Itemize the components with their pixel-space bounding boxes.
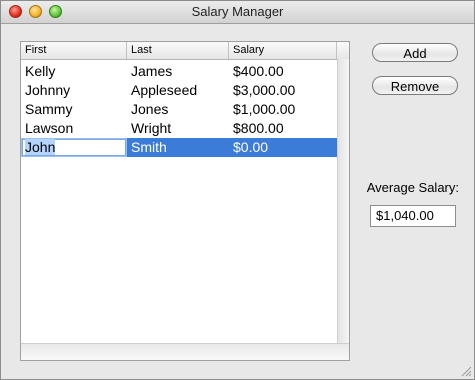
table-row[interactable]: Sammy Jones $1,000.00	[21, 100, 337, 119]
cell-first: Johnny	[25, 82, 71, 98]
column-header-salary[interactable]: Salary	[229, 42, 337, 59]
table-header: First Last Salary	[21, 42, 349, 60]
cell-first: Lawson	[25, 120, 74, 136]
table-row[interactable]: Lawson Wright $800.00	[21, 119, 337, 138]
cell-salary: $800.00	[233, 120, 284, 136]
window-title: Salary Manager	[191, 4, 284, 19]
first-name-edit-field[interactable]: John	[22, 139, 126, 156]
cell-salary: $1,000.00	[233, 101, 296, 117]
column-header-first[interactable]: First	[21, 42, 127, 59]
cell-last: Appleseed	[131, 82, 198, 98]
cell-first: Sammy	[25, 101, 73, 117]
vertical-scrollbar[interactable]	[337, 59, 349, 343]
salary-manager-window: Salary Manager First Last Salary Kelly J…	[0, 0, 475, 380]
horizontal-scrollbar[interactable]	[21, 343, 349, 360]
edit-field-text: John	[25, 139, 56, 155]
table-row-selected[interactable]: John Smith $0.00	[21, 138, 337, 157]
salary-table[interactable]: First Last Salary Kelly James $400.00 Jo…	[20, 41, 350, 361]
resize-grip-icon[interactable]	[461, 366, 472, 377]
cell-salary: $400.00	[233, 63, 284, 79]
cell-last: James	[131, 63, 173, 79]
table-row[interactable]: Johnny Appleseed $3,000.00	[21, 81, 337, 100]
cell-salary: $0.00	[233, 139, 269, 155]
cell-last: Wright	[131, 120, 172, 136]
cell-last: Jones	[131, 101, 169, 117]
cell-last: Smith	[131, 139, 167, 155]
average-salary-label: Average Salary:	[366, 180, 459, 195]
add-button[interactable]: Add	[372, 43, 458, 62]
average-salary-field[interactable]: $1,040.00	[370, 205, 456, 227]
title-bar[interactable]: Salary Manager	[1, 1, 474, 24]
remove-button[interactable]: Remove	[372, 76, 458, 95]
column-header-last[interactable]: Last	[127, 42, 229, 59]
cell-salary: $3,000.00	[233, 82, 296, 98]
table-row[interactable]: Kelly James $400.00	[21, 62, 337, 81]
cell-first: Kelly	[25, 63, 56, 79]
